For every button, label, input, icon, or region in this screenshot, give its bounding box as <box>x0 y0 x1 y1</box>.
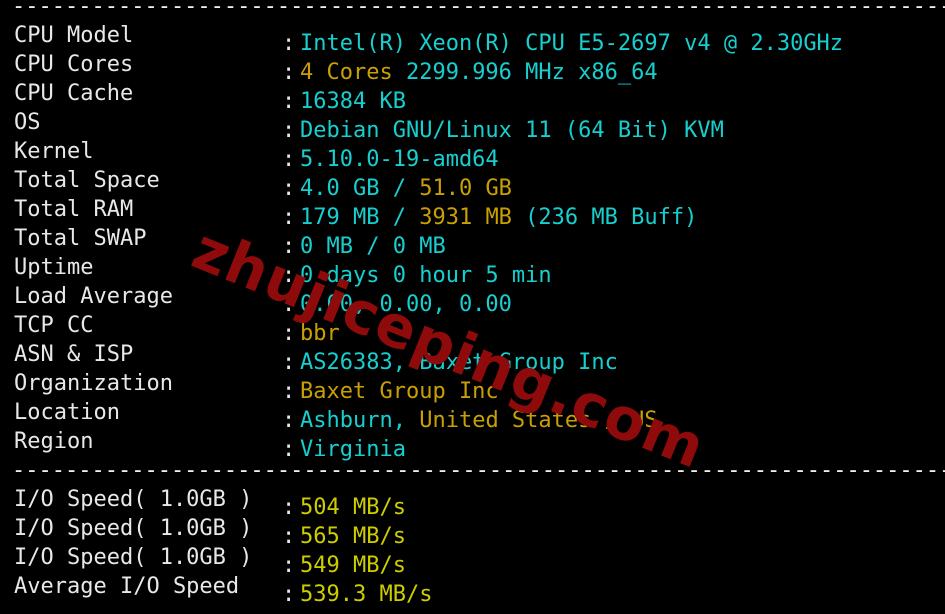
system-info-value-part: United States / US <box>419 408 658 433</box>
terminal-output: ----------------------------------------… <box>0 0 945 614</box>
separator-middle: ----------------------------------------… <box>12 458 945 483</box>
system-info-label: Total Space <box>14 168 160 193</box>
system-info-row: Total Space:4.0 GB / 51.0 GB <box>0 166 945 201</box>
io-speed-row: I/O Speed( 1.0GB ):549 MB/s <box>0 543 945 578</box>
system-info-label: CPU Cache <box>14 81 134 106</box>
io-speed-row: I/O Speed( 1.0GB ):565 MB/s <box>0 514 945 549</box>
system-info-label: OS <box>14 110 41 135</box>
system-info-label: TCP CC <box>14 313 94 338</box>
io-speed-row: I/O Speed( 1.0GB ):504 MB/s <box>0 485 945 520</box>
system-info-row: ASN & ISP: AS26383, Baxet Group Inc <box>0 340 945 375</box>
system-info-label: Load Average <box>14 284 173 309</box>
separator-top: ----------------------------------------… <box>12 0 945 19</box>
io-speed-label: I/O Speed( 1.0GB ) <box>14 487 253 512</box>
io-speed-section: I/O Speed( 1.0GB ):504 MB/s I/O Speed( 1.… <box>0 485 945 607</box>
system-info-row: CPU Model: Intel(R) Xeon(R) CPU E5-2697 v… <box>0 21 945 56</box>
system-info-label: Location <box>14 400 120 425</box>
system-info-value-part: (236 MB Buff) <box>511 205 698 230</box>
system-info-label: Organization <box>14 371 173 396</box>
system-info-row: Uptime:0 days 0 hour 5 min <box>0 253 945 288</box>
system-info-row: OS: Debian GNU/Linux 11 (64 Bit) KVM <box>0 108 945 143</box>
system-info-label: Total SWAP <box>14 226 147 251</box>
system-info-label: Total RAM <box>14 197 134 222</box>
io-speed-label: Average I/O Speed <box>14 574 240 599</box>
system-info-row: Total RAM:179 MB / 3931 MB (236 MB Buff) <box>0 195 945 230</box>
system-info-value-part: 2299.996 MHz x86_64 <box>392 60 658 85</box>
system-info-label: ASN & ISP <box>14 342 134 367</box>
system-info-label: CPU Cores <box>14 52 134 77</box>
io-speed-row: Average I/O Speed:539.3 MB/s <box>0 572 945 607</box>
system-info-section: CPU Model: Intel(R) Xeon(R) CPU E5-2697 v… <box>0 21 945 462</box>
system-info-row: Kernel:5.10.0-19-amd64 <box>0 137 945 172</box>
system-info-label: Region <box>14 429 94 454</box>
system-info-row: Organization: Baxet Group Inc <box>0 369 945 404</box>
system-info-row: Load Average:0.00, 0.00, 0.00 <box>0 282 945 317</box>
system-info-label: CPU Model <box>14 23 134 48</box>
system-info-label: Uptime <box>14 255 94 280</box>
system-info-label: Kernel <box>14 139 94 164</box>
io-speed-label: I/O Speed( 1.0GB ) <box>14 516 253 541</box>
separator-bottom: ----------------------------------------… <box>0 601 945 614</box>
terminal-window: ----------------------------------------… <box>0 0 945 614</box>
io-speed-label: I/O Speed( 1.0GB ) <box>14 545 253 570</box>
system-info-row: Location: Ashburn, United States / US <box>0 398 945 433</box>
